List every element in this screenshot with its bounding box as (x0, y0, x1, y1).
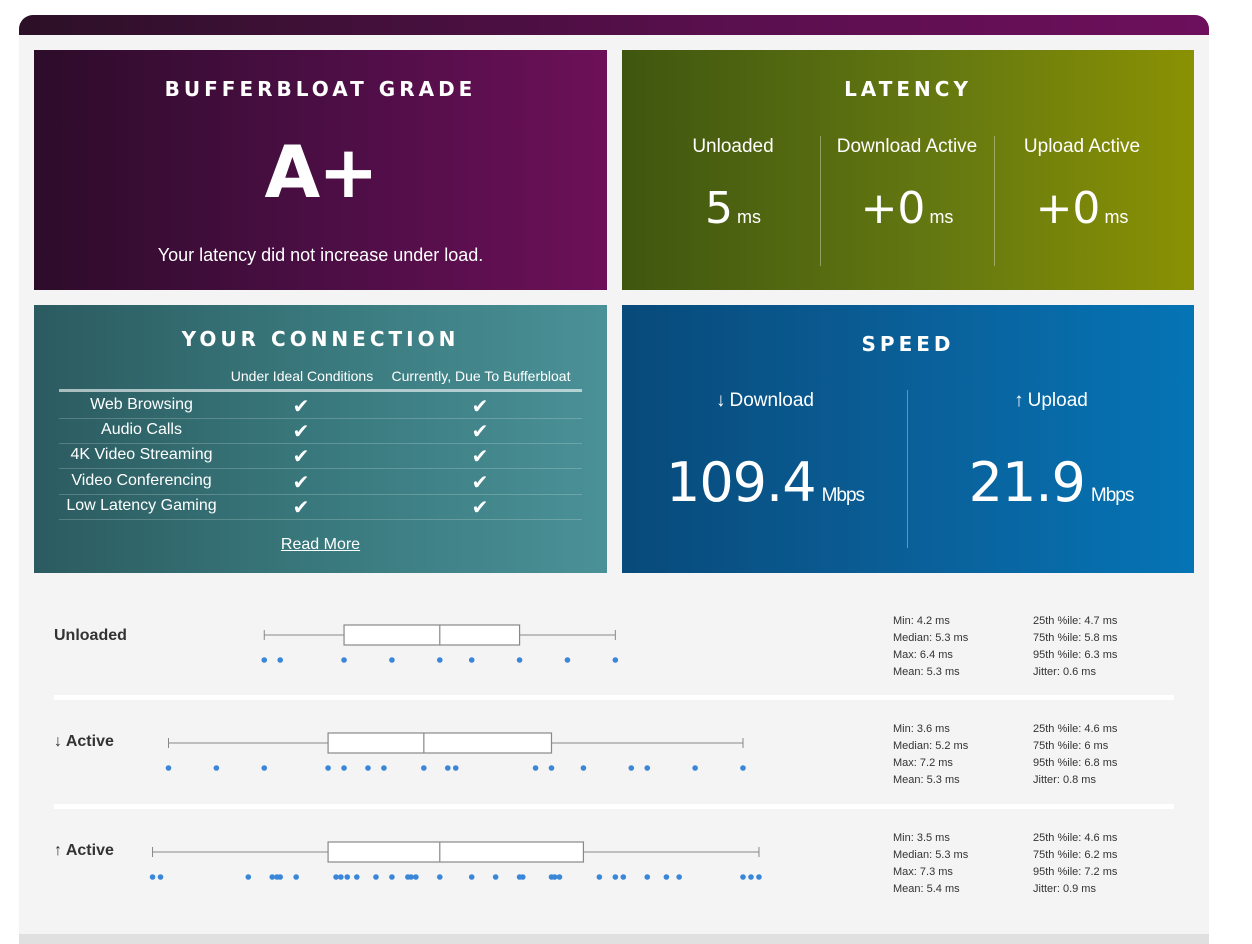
latency-sample-dot (644, 874, 651, 880)
latency-sample-dot (516, 657, 523, 663)
latency-sample-dot (436, 657, 443, 663)
latency-sample-dot (269, 874, 276, 880)
latency-sample-dot (468, 874, 475, 880)
latency-sample-dot (373, 874, 379, 880)
latency-sample-dot (408, 874, 414, 880)
latency-sample-dot (620, 874, 627, 880)
latency-sample-dot (692, 765, 698, 771)
latency-sample-dot (354, 874, 360, 880)
latency-sample-dot (740, 874, 746, 880)
latency-sample-dot (740, 765, 746, 771)
latency-sample-dot (596, 874, 603, 880)
latency-sample-dot (676, 874, 682, 880)
latency-sample-dot (149, 874, 156, 880)
latency-box-plots (149, 624, 762, 880)
latency-sample-dot (628, 765, 635, 771)
latency-sample-dot (261, 657, 268, 663)
latency-sample-dot (756, 874, 762, 880)
latency-sample-dot (564, 657, 571, 663)
iqr-box (327, 732, 553, 754)
latency-sample-dot (551, 874, 558, 880)
latency-sample-dot (644, 765, 651, 771)
latency-sample-dot (413, 874, 419, 880)
latency-sample-dot (663, 874, 670, 880)
latency-sample-dot (333, 874, 339, 880)
latency-sample-dot (532, 765, 539, 771)
iqr-box (327, 841, 585, 863)
latency-sample-dot (492, 874, 499, 880)
latency-sample-dot (261, 765, 268, 771)
latency-sample-dot (468, 657, 475, 663)
latency-sample-dot (389, 874, 395, 880)
latency-sample-dot (277, 874, 284, 880)
latency-sample-dot (381, 765, 387, 771)
latency-sample-dot (365, 765, 371, 771)
latency-sample-dot (421, 765, 427, 771)
latency-sample-dot (341, 765, 347, 771)
latency-sample-dot (444, 765, 451, 771)
latency-sample-dot (338, 874, 344, 880)
latency-sample-dot (556, 874, 563, 880)
latency-sample-dot (748, 874, 754, 880)
latency-sample-dot (157, 874, 164, 880)
latency-sample-dot (245, 874, 252, 880)
latency-sample-dot (293, 874, 299, 880)
latency-sample-dot (213, 765, 220, 771)
iqr-box (343, 624, 521, 646)
latency-sample-dot (389, 657, 395, 663)
latency-sample-dot (519, 874, 526, 880)
latency-sample-dot (612, 874, 619, 880)
latency-sample-dot (436, 874, 443, 880)
latency-sample-dot (277, 657, 284, 663)
latency-sample-dot (548, 765, 555, 771)
latency-sample-dot (165, 765, 172, 771)
latency-sample-dot (325, 765, 331, 771)
latency-sample-dot (612, 657, 619, 663)
latency-sample-dot (344, 874, 351, 880)
latency-sample-dot (341, 657, 347, 663)
latency-sample-dot (452, 765, 459, 771)
latency-sample-dot (580, 765, 587, 771)
